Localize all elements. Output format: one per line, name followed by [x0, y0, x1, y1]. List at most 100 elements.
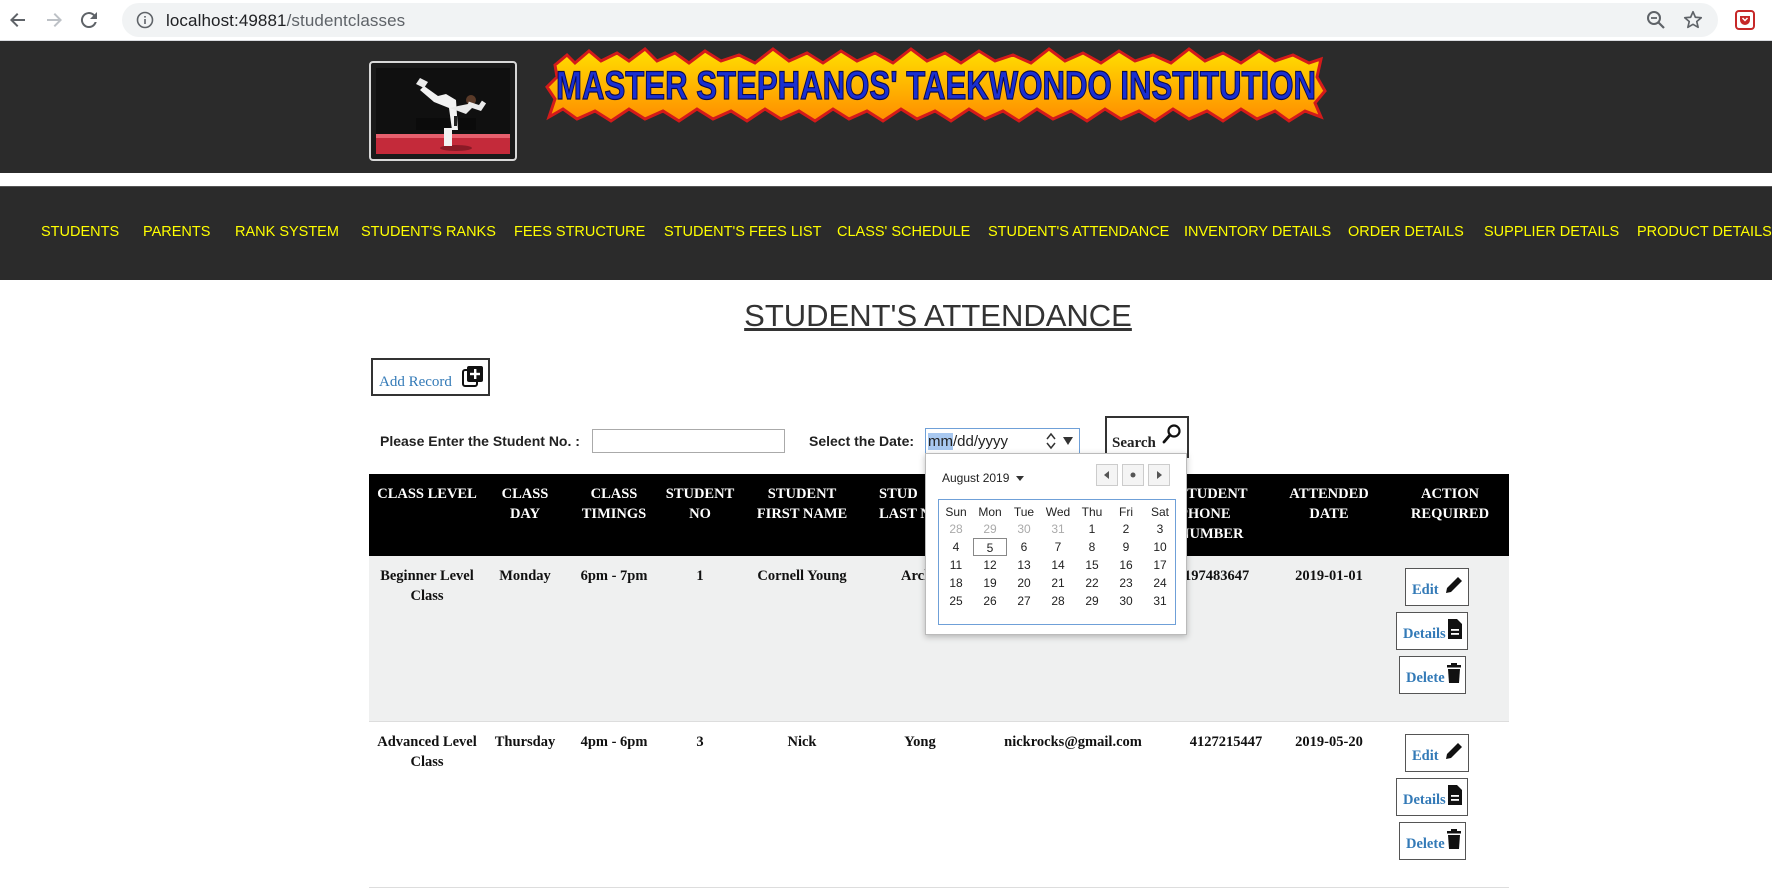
calendar-day[interactable]: 7	[1041, 538, 1075, 556]
dropdown-arrow-icon[interactable]	[1063, 436, 1073, 446]
student-no-label: Please Enter the Student No. :	[380, 433, 580, 449]
calendar-day[interactable]: 9	[1109, 538, 1143, 556]
nav-supplier-details[interactable]: SUPPLIER DETAILS	[1484, 224, 1619, 240]
nav-fees-structure[interactable]: FEES STRUCTURE	[514, 224, 645, 240]
calendar-day[interactable]: 29	[1075, 592, 1109, 610]
nav-rank-system[interactable]: RANK SYSTEM	[235, 224, 339, 240]
spin-arrows-icon[interactable]	[1045, 432, 1057, 450]
site-logo[interactable]	[369, 61, 517, 161]
nav-order-details[interactable]: ORDER DETAILS	[1348, 224, 1464, 240]
nav-product-details[interactable]: PRODUCT DETAILS	[1637, 224, 1772, 240]
th-line: REQUIRED	[1410, 506, 1490, 522]
dot-icon	[1130, 472, 1136, 478]
calendar-day[interactable]: 11	[939, 556, 973, 574]
calendar-day[interactable]: 29	[973, 520, 1007, 538]
calendar-day[interactable]: 31	[1041, 520, 1075, 538]
calendar-day[interactable]: 10	[1143, 538, 1177, 556]
calendar-day[interactable]: 19	[973, 574, 1007, 592]
calendar-day[interactable]: 25	[939, 592, 973, 610]
student-no-input[interactable]	[592, 429, 785, 453]
calendar-day[interactable]: 8	[1075, 538, 1109, 556]
delete-button[interactable]: Delete	[1399, 822, 1466, 860]
document-icon	[1448, 619, 1462, 639]
add-record-button[interactable]: Add Record	[371, 358, 490, 396]
th-line: STUDENT	[767, 486, 837, 502]
trash-icon	[1447, 829, 1461, 849]
nav-students-fees-list[interactable]: STUDENT'S FEES LIST	[664, 224, 821, 240]
th-phone: STUDENT PHONE NUMBER	[1179, 484, 1279, 544]
nav-students[interactable]: STUDENTS	[41, 224, 119, 240]
calendar-day[interactable]: 5	[973, 538, 1007, 556]
prev-month-button[interactable]	[1096, 464, 1118, 486]
back-arrow-icon[interactable]	[6, 8, 30, 32]
edit-button[interactable]: Edit	[1405, 568, 1469, 606]
calendar-day[interactable]: 30	[1109, 592, 1143, 610]
date-label: Select the Date:	[809, 433, 915, 449]
cell-attended-date: 2019-01-01	[1295, 568, 1363, 584]
month-selector[interactable]: August 2019	[942, 471, 1024, 485]
url-text[interactable]: localhost:49881/studentclasses	[166, 11, 405, 31]
calendar-day[interactable]: 1	[1075, 520, 1109, 538]
th-line: NUMBER	[1179, 526, 1244, 542]
nav-inventory-details[interactable]: INVENTORY DETAILS	[1184, 224, 1331, 240]
nav-parents[interactable]: PARENTS	[143, 224, 210, 240]
search-button[interactable]: Search	[1105, 416, 1189, 458]
calendar-day[interactable]: 31	[1143, 592, 1177, 610]
calendar-day[interactable]: 16	[1109, 556, 1143, 574]
th-line: CLASS	[590, 486, 638, 502]
delete-button[interactable]: Delete	[1399, 656, 1466, 694]
details-button[interactable]: Details	[1396, 612, 1468, 650]
calendar-day[interactable]: 15	[1075, 556, 1109, 574]
reload-icon[interactable]	[77, 8, 101, 32]
chevron-right-icon	[1157, 471, 1162, 479]
calendar-day[interactable]: 12	[973, 556, 1007, 574]
th-attended-date: ATTENDED DATE	[1273, 484, 1385, 524]
caret-down-icon	[1015, 476, 1024, 481]
calendar-day[interactable]: 30	[1007, 520, 1041, 538]
th-first-name: STUDENT FIRST NAME	[737, 484, 867, 524]
calendar-day[interactable]: 22	[1075, 574, 1109, 592]
calendar-day[interactable]: 6	[1007, 538, 1041, 556]
calendar-day[interactable]: 3	[1143, 520, 1177, 538]
cell-class-day: Monday	[499, 568, 551, 584]
calendar-day[interactable]: 23	[1109, 574, 1143, 592]
calendar-day[interactable]: 21	[1041, 574, 1075, 592]
calendar-day[interactable]: 17	[1143, 556, 1177, 574]
weekday-header: Wed	[1045, 505, 1071, 519]
calendar-day[interactable]: 13	[1007, 556, 1041, 574]
calendar-day[interactable]: 4	[939, 538, 973, 556]
cell-first-name: Cornell Young	[757, 568, 847, 584]
th-line: NO	[689, 506, 711, 522]
nav-class-schedule[interactable]: CLASS' SCHEDULE	[837, 224, 970, 240]
today-button[interactable]	[1122, 464, 1144, 486]
calendar-day[interactable]: 28	[939, 520, 973, 538]
calendar-day[interactable]: 27	[1007, 592, 1041, 610]
nav-students-attendance[interactable]: STUDENT'S ATTENDANCE	[988, 224, 1169, 240]
details-label: Details	[1403, 626, 1446, 642]
details-button[interactable]: Details	[1396, 778, 1468, 816]
zoom-icon[interactable]	[1646, 10, 1666, 30]
nav-students-ranks[interactable]: STUDENT'S RANKS	[361, 224, 496, 240]
address-bar[interactable]: localhost:49881/studentclasses	[122, 3, 1718, 37]
calendar-day[interactable]: 26	[973, 592, 1007, 610]
forward-arrow-icon[interactable]	[42, 8, 66, 32]
th-line: DAY	[509, 506, 541, 522]
cell-class-level: Beginner Level Class	[369, 566, 485, 606]
calendar-day[interactable]: 24	[1143, 574, 1177, 592]
next-month-button[interactable]	[1148, 464, 1170, 486]
weekday-header: Sun	[945, 505, 967, 519]
extension-icon[interactable]	[1734, 9, 1756, 31]
calendar-day[interactable]: 14	[1041, 556, 1075, 574]
calendar-day[interactable]: 20	[1007, 574, 1041, 592]
info-icon[interactable]	[136, 11, 154, 29]
main-navbar: STUDENTS PARENTS RANK SYSTEM STUDENT'S R…	[0, 186, 1772, 280]
edit-button[interactable]: Edit	[1405, 734, 1469, 772]
date-rest-segment[interactable]: /dd/yyyy	[953, 433, 1008, 450]
table-row: Advanced Level Class Thursday 4pm - 6pm 3…	[369, 722, 1509, 888]
date-input[interactable]: mm/dd/yyyy	[925, 428, 1080, 454]
date-mm-segment[interactable]: mm	[928, 433, 953, 450]
bookmark-star-icon[interactable]	[1682, 9, 1704, 31]
calendar-day[interactable]: 18	[939, 574, 973, 592]
calendar-day[interactable]: 2	[1109, 520, 1143, 538]
calendar-day[interactable]: 28	[1041, 592, 1075, 610]
